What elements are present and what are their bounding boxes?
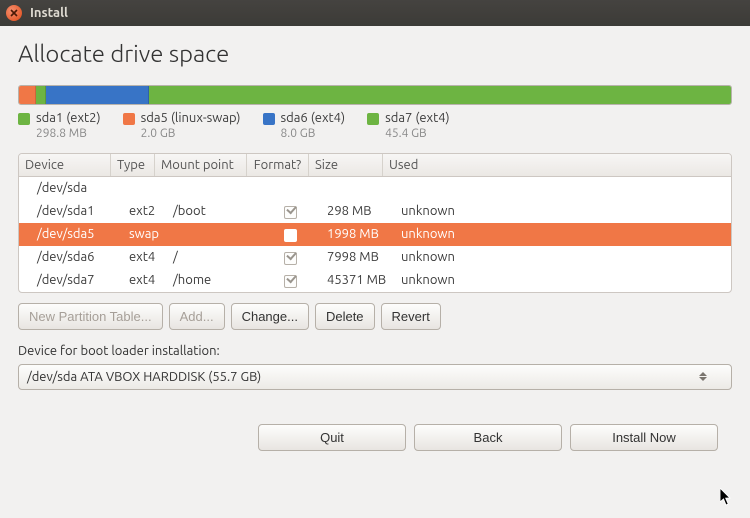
- partition-segment[interactable]: [149, 86, 731, 104]
- format-checkbox[interactable]: [284, 252, 297, 265]
- legend-size: 8.0 GB: [281, 127, 346, 141]
- page-title: Allocate drive space: [18, 40, 732, 67]
- cell-device: /dev/sda1: [31, 202, 123, 220]
- titlebar: Install: [0, 0, 750, 26]
- delete-button[interactable]: Delete: [315, 303, 375, 330]
- revert-button[interactable]: Revert: [381, 303, 441, 330]
- col-format[interactable]: Format?: [247, 154, 309, 176]
- swatch-icon: [263, 113, 275, 125]
- table-row[interactable]: /dev/sda6ext4/ 7998 MBunknown: [19, 246, 731, 269]
- cell-format: [259, 225, 321, 243]
- boot-loader-select[interactable]: /dev/sda ATA VBOX HARDDISK (55.7 GB): [18, 364, 732, 390]
- cell-used: unknown: [395, 248, 731, 266]
- cell-device: /dev/sda6: [31, 248, 123, 266]
- legend-label: sda6 (ext4): [281, 111, 346, 127]
- cell-used: unknown: [395, 271, 731, 289]
- partition-bar: [18, 85, 732, 105]
- table-row[interactable]: /dev/sda7ext4/home 45371 MBunknown: [19, 269, 731, 292]
- cell-type: ext2: [123, 202, 167, 220]
- format-checkbox[interactable]: [284, 229, 297, 242]
- cell-format: [259, 248, 321, 266]
- cell-size: [321, 186, 395, 190]
- new-partition-table-button[interactable]: New Partition Table...: [18, 303, 163, 330]
- cell-mount: [167, 232, 259, 236]
- col-device[interactable]: Device: [19, 154, 111, 176]
- cell-device: /dev/sda: [31, 179, 123, 197]
- quit-button[interactable]: Quit: [258, 424, 406, 451]
- table-header: Device Type Mount point Format? Size Use…: [19, 154, 731, 177]
- cell-size: 45371 MB: [321, 271, 395, 289]
- legend-label: sda5 (linux-swap): [141, 111, 241, 127]
- table-row[interactable]: /dev/sda1ext2/boot 298 MBunknown: [19, 200, 731, 223]
- cell-size: 7998 MB: [321, 248, 395, 266]
- cell-used: [395, 186, 731, 190]
- window-title: Install: [30, 6, 68, 20]
- change-button[interactable]: Change...: [231, 303, 309, 330]
- partition-legend: sda1 (ext2)298.8 MB sda5 (linux-swap)2.0 …: [18, 111, 732, 141]
- partition-segment[interactable]: [19, 86, 36, 104]
- cursor-icon: [720, 488, 736, 508]
- cell-used: unknown: [395, 225, 731, 243]
- close-icon: [10, 9, 18, 17]
- boot-loader-value: /dev/sda ATA VBOX HARDDISK (55.7 GB): [27, 370, 261, 384]
- cell-type: ext4: [123, 271, 167, 289]
- table-row[interactable]: /dev/sda: [19, 177, 731, 200]
- cell-mount: /boot: [167, 202, 259, 220]
- format-checkbox[interactable]: [284, 275, 297, 288]
- legend-item: sda5 (linux-swap)2.0 GB: [123, 111, 241, 141]
- partition-buttons: New Partition Table... Add... Change... …: [18, 303, 732, 330]
- spin-icon: [699, 372, 707, 381]
- partition-table: Device Type Mount point Format? Size Use…: [18, 153, 732, 293]
- cell-type: ext4: [123, 248, 167, 266]
- boot-loader-label: Device for boot loader installation:: [18, 344, 732, 358]
- col-size[interactable]: Size: [309, 154, 383, 176]
- cell-size: 298 MB: [321, 202, 395, 220]
- cell-type: swap: [123, 225, 167, 243]
- col-type[interactable]: Type: [111, 154, 155, 176]
- cell-size: 1998 MB: [321, 225, 395, 243]
- back-button[interactable]: Back: [414, 424, 562, 451]
- install-now-button[interactable]: Install Now: [570, 424, 718, 451]
- table-row[interactable]: /dev/sda5swap 1998 MBunknown: [19, 223, 731, 246]
- legend-size: 298.8 MB: [36, 127, 101, 141]
- legend-label: sda7 (ext4): [385, 111, 450, 127]
- cell-used: unknown: [395, 202, 731, 220]
- col-used[interactable]: Used: [383, 154, 731, 176]
- swatch-icon: [18, 113, 30, 125]
- col-mount[interactable]: Mount point: [155, 154, 247, 176]
- legend-item: sda7 (ext4)45.4 GB: [367, 111, 450, 141]
- legend-size: 45.4 GB: [385, 127, 450, 141]
- format-checkbox[interactable]: [284, 206, 297, 219]
- cell-mount: /: [167, 248, 259, 266]
- cell-type: [123, 186, 167, 190]
- legend-label: sda1 (ext2): [36, 111, 101, 127]
- cell-mount: /home: [167, 271, 259, 289]
- cell-format: [259, 271, 321, 289]
- cell-format: [259, 202, 321, 220]
- close-button[interactable]: [6, 5, 22, 21]
- cell-device: /dev/sda5: [31, 225, 123, 243]
- cell-format: [259, 186, 321, 190]
- partition-segment[interactable]: [36, 86, 46, 104]
- partition-segment[interactable]: [46, 86, 149, 104]
- add-button[interactable]: Add...: [169, 303, 225, 330]
- legend-item: sda1 (ext2)298.8 MB: [18, 111, 101, 141]
- swatch-icon: [123, 113, 135, 125]
- cell-device: /dev/sda7: [31, 271, 123, 289]
- legend-size: 2.0 GB: [141, 127, 241, 141]
- cell-mount: [167, 186, 259, 190]
- swatch-icon: [367, 113, 379, 125]
- legend-item: sda6 (ext4)8.0 GB: [263, 111, 346, 141]
- footer-buttons: Quit Back Install Now: [18, 424, 732, 451]
